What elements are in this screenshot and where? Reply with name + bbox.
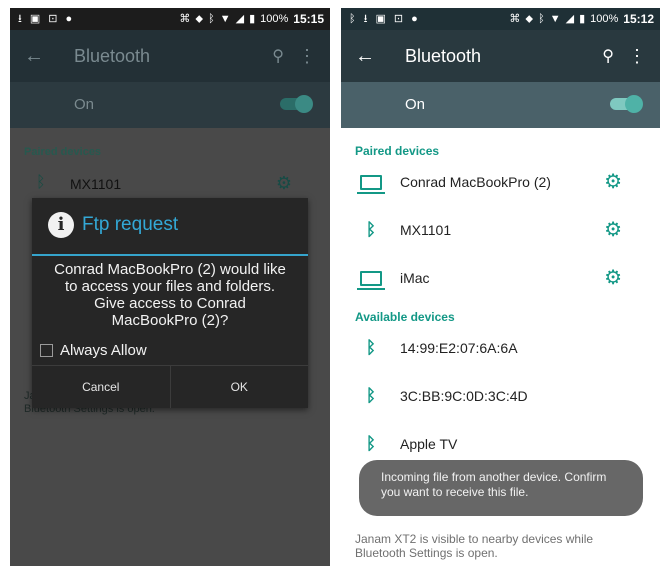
bluetooth-icon: ᛒ bbox=[208, 13, 215, 25]
battery-icon: ▮ bbox=[249, 13, 256, 25]
status-bar: ⭳ ▣ ⊡ ● ⌘ ⬥ ᛒ ▼ ◢ ▮ 100% 15:15 bbox=[10, 8, 330, 30]
lock-icon: ⊡ bbox=[48, 13, 58, 25]
nfc-icon: ⌘ bbox=[509, 13, 521, 25]
gear-icon[interactable]: ⚙ bbox=[604, 169, 622, 194]
device-name: 14:99:E2:07:6A:6A bbox=[400, 340, 518, 356]
app-bar: ← Bluetooth ⚲ ⋮ bbox=[10, 30, 330, 82]
more-vert-icon[interactable]: ⋮ bbox=[298, 46, 316, 67]
laptop-icon bbox=[357, 267, 385, 290]
gear-icon[interactable]: ⚙ bbox=[604, 217, 622, 242]
toggle-knob bbox=[295, 95, 313, 113]
paired-device-row[interactable]: ᛒ MX1101 ⚙ bbox=[341, 206, 660, 254]
device-name: Apple TV bbox=[400, 436, 458, 452]
ok-button[interactable]: OK bbox=[169, 366, 309, 408]
gear-icon[interactable]: ⚙ bbox=[604, 265, 622, 290]
bluetooth-toggle-switch[interactable] bbox=[610, 95, 643, 113]
gear-icon[interactable]: ⚙ bbox=[276, 173, 292, 194]
device-name: MX1101 bbox=[400, 222, 452, 238]
device-name: iMac bbox=[400, 270, 430, 286]
paired-device-row[interactable]: ᛒ MX1101 ⚙ bbox=[10, 168, 330, 200]
bluetooth-icon: ᛒ bbox=[365, 220, 377, 239]
dialog-buttons: Cancel OK bbox=[32, 365, 308, 408]
cancel-button[interactable]: Cancel bbox=[32, 366, 170, 408]
info-icon: i bbox=[48, 212, 74, 238]
available-device-row[interactable]: ᛒ 14:99:E2:07:6A:6A bbox=[341, 324, 660, 372]
battery-icon: ▮ bbox=[579, 13, 586, 25]
paired-devices-heading: Paired devices bbox=[24, 146, 102, 158]
location-pin-icon: ● bbox=[65, 13, 73, 25]
ftp-request-dialog: i Ftp request Conrad MacBookPro (2) woul… bbox=[32, 198, 308, 408]
signal-icon: ◢ bbox=[565, 13, 575, 25]
location-icon: ⬥ bbox=[195, 13, 204, 25]
always-allow-label: Always Allow bbox=[60, 342, 147, 359]
image-icon: ▣ bbox=[29, 13, 41, 25]
lock-icon: ⊡ bbox=[393, 13, 404, 25]
toggle-label: On bbox=[74, 96, 95, 113]
bluetooth-icon: ᛒ bbox=[36, 174, 46, 191]
battery-percent: 100% bbox=[590, 13, 619, 25]
toggle-label: On bbox=[405, 96, 426, 113]
back-arrow-icon[interactable]: ← bbox=[24, 45, 44, 68]
app-bar: ← Bluetooth ⚲ ⋮ bbox=[341, 30, 660, 82]
paired-device-row[interactable]: Conrad MacBookPro (2) ⚙ bbox=[341, 158, 660, 206]
incoming-file-toast: Incoming file from another device. Confi… bbox=[359, 460, 643, 516]
paired-devices-heading: Paired devices bbox=[355, 144, 440, 158]
right-phone-screen: ᛒ ⭳ ▣ ⊡ ● ⌘ ⬥ ᛒ ▼ ◢ ▮ 100% 15:12 ← Bluet… bbox=[341, 8, 660, 569]
page-title: Bluetooth bbox=[74, 45, 151, 66]
always-allow-checkbox[interactable] bbox=[40, 344, 53, 357]
device-name: MX1101 bbox=[70, 176, 122, 192]
status-bar: ᛒ ⭳ ▣ ⊡ ● ⌘ ⬥ ᛒ ▼ ◢ ▮ 100% 15:12 bbox=[341, 8, 660, 30]
clock: 15:15 bbox=[293, 12, 324, 26]
more-vert-icon[interactable]: ⋮ bbox=[628, 46, 646, 67]
bluetooth-toggle-bar[interactable]: On bbox=[341, 82, 660, 128]
dialog-header: i Ftp request bbox=[32, 198, 308, 256]
location-pin-icon: ● bbox=[411, 13, 418, 25]
laptop-icon bbox=[357, 171, 385, 194]
page-title: Bluetooth bbox=[405, 45, 482, 66]
available-device-row[interactable]: ᛒ 3C:BB:9C:0D:3C:4D bbox=[341, 372, 660, 420]
device-name: 3C:BB:9C:0D:3C:4D bbox=[400, 388, 528, 404]
bluetooth-icon: ᛒ bbox=[365, 434, 377, 453]
search-icon[interactable]: ⚲ bbox=[602, 46, 614, 66]
paired-device-row[interactable]: iMac ⚙ bbox=[341, 254, 660, 302]
bluetooth-icon: ᛒ bbox=[365, 386, 377, 405]
wifi-icon: ▼ bbox=[219, 13, 231, 25]
battery-percent: 100% bbox=[260, 13, 289, 25]
download-icon: ⭳ bbox=[18, 13, 22, 25]
dialog-title: Ftp request bbox=[82, 214, 179, 235]
clock: 15:12 bbox=[623, 12, 654, 26]
signal-icon: ◢ bbox=[235, 13, 245, 25]
bluetooth-icon: ᛒ bbox=[365, 338, 377, 357]
bluetooth-toggle-bar[interactable]: On bbox=[10, 82, 330, 128]
always-allow-checkbox-row[interactable]: Always Allow bbox=[40, 342, 147, 359]
image-icon: ▣ bbox=[375, 13, 386, 25]
bluetooth-toggle-switch[interactable] bbox=[280, 95, 313, 113]
visibility-footer: Janam XT2 is visible to nearby devices w… bbox=[355, 532, 594, 560]
download-icon: ⭳ bbox=[363, 13, 368, 25]
wifi-icon: ▼ bbox=[549, 13, 561, 25]
location-icon: ⬥ bbox=[525, 13, 534, 25]
available-devices-heading: Available devices bbox=[355, 310, 455, 324]
nfc-icon: ⌘ bbox=[179, 13, 191, 25]
back-arrow-icon[interactable]: ← bbox=[355, 45, 375, 68]
dialog-message: Conrad MacBookPro (2) would like to acce… bbox=[54, 261, 286, 329]
left-phone-screen: ⭳ ▣ ⊡ ● ⌘ ⬥ ᛒ ▼ ◢ ▮ 100% 15:15 ← Bluetoo… bbox=[10, 8, 330, 566]
device-name: Conrad MacBookPro (2) bbox=[400, 174, 551, 190]
bluetooth-icon: ᛒ bbox=[538, 13, 545, 25]
toggle-knob bbox=[625, 95, 643, 113]
search-icon[interactable]: ⚲ bbox=[272, 46, 284, 66]
bluetooth-transfer-icon: ᛒ bbox=[349, 13, 356, 25]
